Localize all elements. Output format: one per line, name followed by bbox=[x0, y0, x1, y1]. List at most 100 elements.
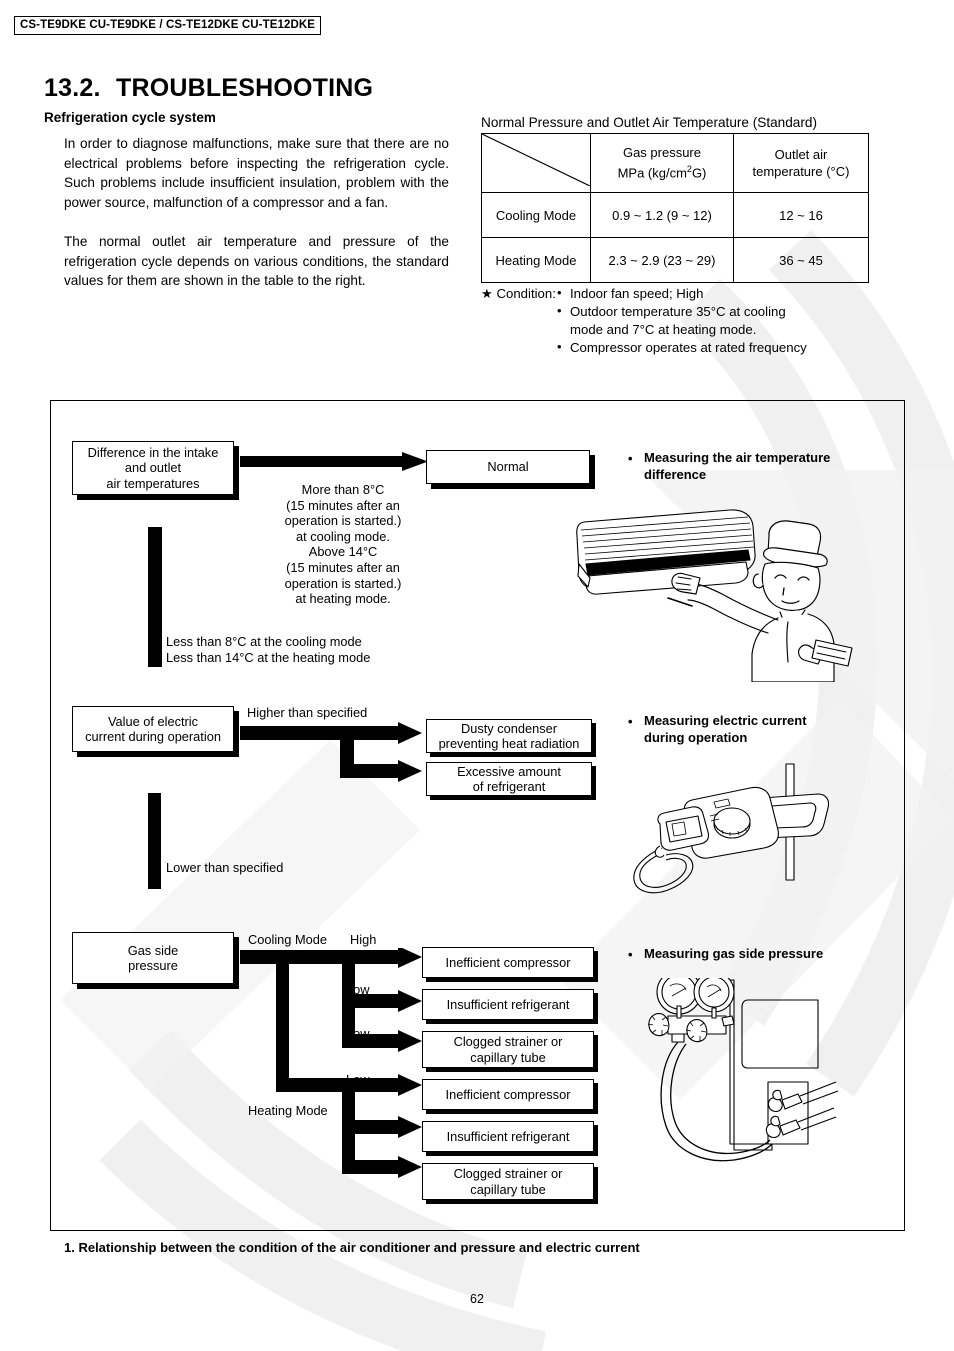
model-number-tag: CS-TE9DKE CU-TE9DKE / CS-TE12DKE CU-TE12… bbox=[14, 16, 322, 36]
normal-pressure-table: Gas pressure MPa (kg/cm2G) Outlet air te… bbox=[481, 133, 870, 283]
result-3-line2: capillary tube bbox=[470, 1049, 546, 1065]
flow-box-result-5: Insufficient refrigerant bbox=[422, 1121, 594, 1152]
branch-condition-text-1: More than 8°C (15 minutes after an opera… bbox=[258, 482, 428, 607]
section-title-text: TROUBLESHOOTING bbox=[116, 74, 374, 102]
flow-box-dusty-condenser: Dusty condenser preventing heat radiatio… bbox=[426, 719, 592, 753]
branch-level-4: Low bbox=[346, 1072, 369, 1088]
lower-label-line1: Less than 8°C at the cooling mode bbox=[166, 634, 362, 649]
branch-level-6: Low bbox=[346, 1161, 369, 1177]
heating-outlet-air: 36 ~ 45 bbox=[732, 237, 870, 283]
condition-item: Compressor operates at rated frequency bbox=[557, 338, 807, 357]
condition-item: Indoor fan speed; High bbox=[557, 284, 807, 303]
branch-line-3: operation is started.) bbox=[284, 513, 402, 529]
electric-current-line1: Value of electric bbox=[107, 713, 199, 729]
table-header-gas-pressure: Gas pressure MPa (kg/cm2G) bbox=[590, 133, 734, 193]
heading-measuring-electric-current: • Measuring electric current during oper… bbox=[628, 713, 874, 746]
flow-box-result-3: Clogged strainer or capillary tube bbox=[422, 1031, 594, 1068]
result-5-line1: Insufficient refrigerant bbox=[446, 1128, 570, 1144]
outlet-air-line1: Outlet air bbox=[774, 147, 828, 162]
arrow-tree-section3 bbox=[240, 948, 422, 1178]
dusty-condenser-line2: preventing heat radiation bbox=[438, 736, 580, 751]
flow-box-normal: Normal bbox=[426, 450, 590, 484]
result-1-line1: Inefficient compressor bbox=[445, 954, 571, 970]
branch-level-5: Low bbox=[346, 1117, 369, 1133]
label-cooling-mode: Cooling Mode bbox=[248, 932, 327, 948]
intro-paragraph-1: In order to diagnose malfunctions, make … bbox=[64, 136, 449, 210]
branch-line-2: (15 minutes after an bbox=[286, 497, 400, 513]
table-row: Cooling Mode 0.9 ~ 1.2 (9 ~ 12) 12 ~ 16 bbox=[481, 192, 870, 238]
branch-level-text: Low bbox=[346, 1026, 370, 1041]
result-3-line1: Clogged strainer or bbox=[453, 1034, 563, 1049]
condition-note: ★ Condition: Indoor fan speed; High Outd… bbox=[481, 284, 807, 357]
branch-level-2: Low bbox=[346, 982, 369, 998]
arrow-temp-to-normal bbox=[240, 452, 428, 471]
normal-label: Normal bbox=[487, 459, 529, 475]
branch-line-4: at cooling mode. bbox=[296, 528, 390, 544]
table-header-row: Gas pressure MPa (kg/cm2G) Outlet air te… bbox=[481, 133, 870, 193]
lower-branch-label-section1: Less than 8°C at the cooling mode Less t… bbox=[166, 634, 370, 665]
connector-bar-section2 bbox=[148, 793, 161, 889]
page-number: 62 bbox=[470, 1292, 484, 1306]
branch-level-1: High bbox=[350, 932, 376, 948]
lower-than-specified-text: Lower than specified bbox=[166, 860, 284, 875]
branch-label-higher-than-specified: Higher than specified bbox=[247, 705, 367, 721]
connector-bar-section1 bbox=[148, 527, 162, 667]
flow-box-result-1: Inefficient compressor bbox=[422, 947, 594, 978]
label-heating-mode: Heating Mode bbox=[248, 1103, 328, 1119]
branch-level-3: Low bbox=[346, 1026, 369, 1042]
illustration-clamp-meter bbox=[633, 763, 830, 894]
measuring-temp-line1: Measuring the air temperature bbox=[644, 450, 831, 465]
measuring-current-line2: during operation bbox=[644, 729, 748, 745]
heading-measuring-gas-side-pressure: • Measuring gas side pressure bbox=[628, 946, 884, 963]
gas-pressure-line2: MPa (kg/cm2G) bbox=[593, 161, 731, 181]
cooling-mode-text: Cooling Mode bbox=[248, 932, 327, 947]
branch-level-text: High bbox=[350, 932, 377, 947]
branch-label-lower-than-specified: Lower than specified bbox=[166, 860, 283, 876]
page-title: 13.2. TROUBLESHOOTING bbox=[44, 74, 373, 103]
gas-pressure-line1: Gas pressure bbox=[622, 145, 701, 161]
branch-level-text: Low bbox=[346, 1117, 370, 1132]
heating-mode-text: Heating Mode bbox=[248, 1103, 328, 1118]
result-6-line1: Clogged strainer or bbox=[453, 1166, 563, 1181]
heading-measuring-air-temperature: • Measuring the air temperature differen… bbox=[628, 450, 874, 483]
flow-box-temperature-difference: Difference in the intake and outlet air … bbox=[72, 441, 234, 495]
branch-line-1: More than 8°C bbox=[301, 482, 385, 497]
row-label-heating: Heating Mode bbox=[481, 237, 591, 283]
excessive-refrigerant-line2: of refrigerant bbox=[472, 779, 546, 794]
temp-diff-line1: Difference in the intake bbox=[87, 444, 219, 460]
cooling-outlet-air: 12 ~ 16 bbox=[732, 192, 870, 238]
lower-label-line2: Less than 14°C at the heating mode bbox=[166, 649, 371, 665]
condition-item: Outdoor temperature 35°C at cooling bbox=[557, 302, 807, 321]
gas-side-line2: pressure bbox=[128, 958, 178, 973]
row-label-cooling: Cooling Mode bbox=[481, 192, 591, 238]
branch-line-8: at heating mode. bbox=[295, 591, 391, 607]
condition-list: Indoor fan speed; High Outdoor temperatu… bbox=[557, 284, 807, 357]
table-header-outlet-air: Outlet air temperature (°C) bbox=[732, 133, 870, 193]
illustration-technician-measuring-temperature bbox=[576, 509, 853, 682]
cooling-gas-pressure: 0.9 ~ 1.2 (9 ~ 12) bbox=[590, 192, 734, 238]
bullet-icon: • bbox=[628, 714, 633, 729]
flow-box-result-2: Insufficient refrigerant bbox=[422, 989, 594, 1020]
condition-label: ★ Condition: bbox=[481, 286, 556, 301]
branch-line-7: operation is started.) bbox=[284, 575, 402, 591]
result-6-line2: capillary tube bbox=[470, 1181, 546, 1197]
temp-diff-line2: and outlet bbox=[124, 460, 182, 476]
higher-than-specified-text: Higher than specified bbox=[247, 705, 368, 720]
electric-current-line2: current during operation bbox=[85, 729, 221, 744]
subsection-heading: Refrigeration cycle system bbox=[44, 110, 216, 125]
result-2-line1: Insufficient refrigerant bbox=[446, 996, 570, 1012]
illustration-manifold-gauge-set bbox=[647, 978, 839, 1162]
table-row: Heating Mode 2.3 ~ 2.9 (23 ~ 29) 36 ~ 45 bbox=[481, 237, 870, 283]
bullet-icon: • bbox=[628, 947, 633, 962]
flow-box-gas-side-pressure: Gas side pressure bbox=[72, 932, 234, 984]
branch-level-text: Low bbox=[346, 1072, 370, 1087]
outlet-air-line2: temperature (°C) bbox=[752, 164, 850, 179]
measuring-current-line1: Measuring electric current bbox=[644, 713, 807, 728]
measuring-gas-line1: Measuring gas side pressure bbox=[644, 946, 824, 961]
branch-line-6: (15 minutes after an bbox=[286, 559, 400, 575]
measuring-temp-line2: difference bbox=[644, 466, 707, 482]
gas-unit-suffix: G) bbox=[691, 165, 707, 181]
flow-box-excessive-refrigerant: Excessive amount of refrigerant bbox=[426, 762, 592, 796]
condition-item-continuation: mode and 7°C at heating mode. bbox=[570, 322, 757, 337]
branch-level-text: Low bbox=[346, 1161, 370, 1176]
